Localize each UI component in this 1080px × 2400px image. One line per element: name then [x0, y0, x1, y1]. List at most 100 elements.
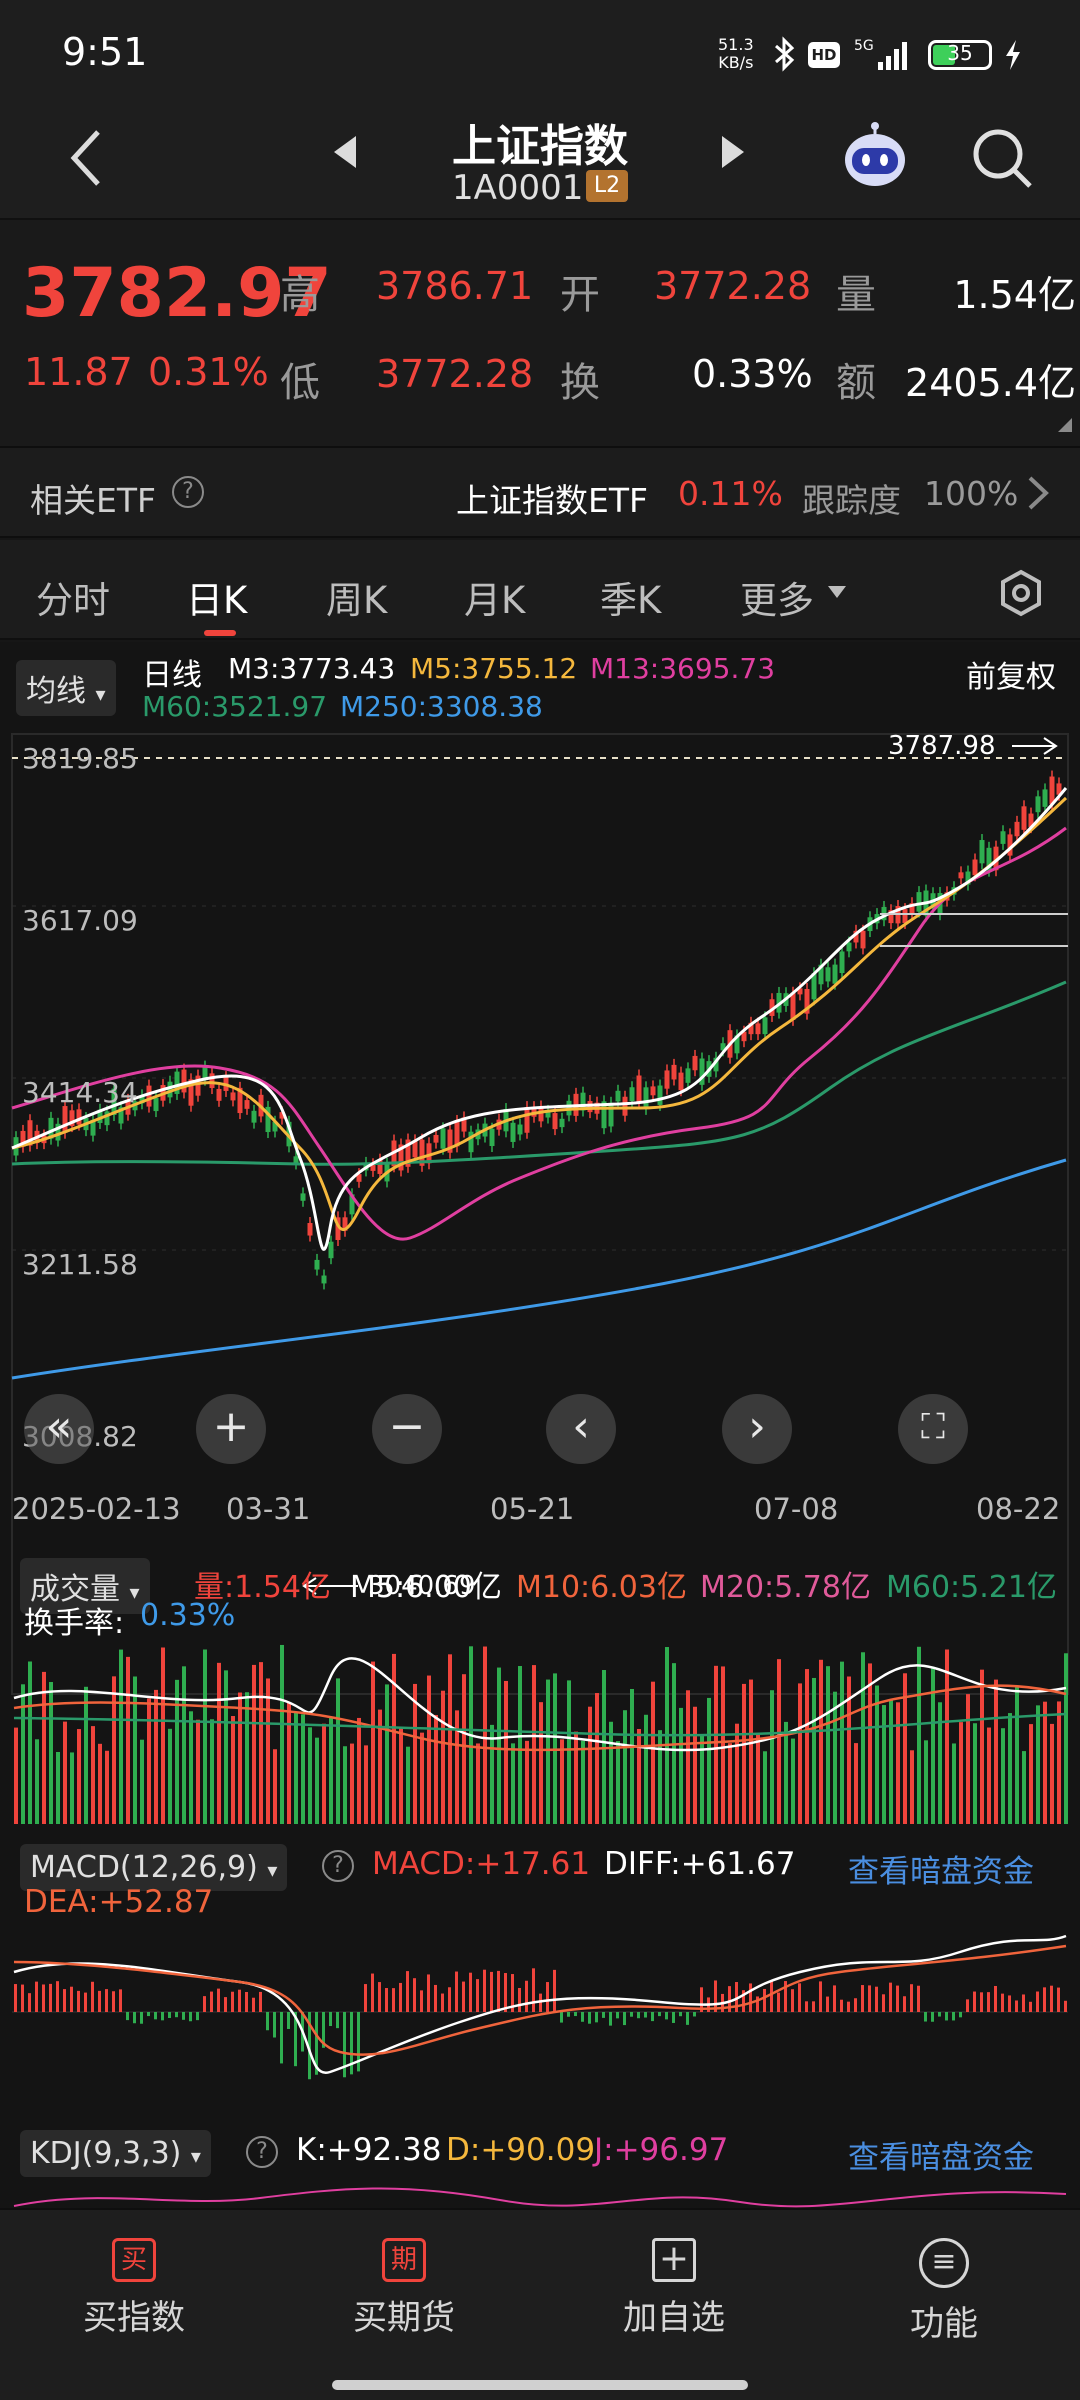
prev-stock-icon[interactable]	[330, 132, 360, 172]
volume-bar	[182, 1666, 186, 1824]
turnover-label: 换	[560, 360, 600, 406]
macd-bar	[896, 1985, 899, 2012]
robot-assistant-icon[interactable]	[838, 120, 912, 194]
macd-bar	[63, 1989, 66, 2012]
volume-bar	[140, 1739, 144, 1824]
tab-weekly-k[interactable]: 周K	[326, 570, 387, 624]
tab-monthly-k[interactable]: 月K	[464, 570, 525, 624]
next-stock-icon[interactable]	[718, 132, 748, 172]
macd-bar	[1022, 1994, 1025, 2012]
tab-quarterly-k[interactable]: 季K	[600, 570, 661, 624]
volume-bar	[455, 1710, 459, 1824]
macd-bar	[70, 1986, 73, 2012]
volume-bar	[588, 1706, 592, 1824]
volume-bar	[1015, 1685, 1019, 1824]
volume-value: 1.54亿	[953, 273, 1076, 317]
volume-bar	[826, 1666, 830, 1824]
zoom-in-icon[interactable]: +	[196, 1394, 266, 1464]
macd-bar	[231, 1991, 234, 2012]
macd-bar	[658, 2012, 661, 2017]
quote-panel: 3782.97 11.87 0.31% 高 3786.71 低 3772.28 …	[0, 218, 1080, 446]
tab-more[interactable]: 更多	[740, 570, 814, 624]
volume-bar	[511, 1743, 515, 1824]
tab-daily-k[interactable]: 日K	[186, 570, 247, 624]
macd-bar	[770, 1980, 773, 2012]
chevron-right-icon	[1028, 476, 1049, 510]
kdj-help-icon[interactable]: ?	[246, 2136, 278, 2168]
related-etf-row[interactable]: 相关ETF ? 上证指数ETF 0.11% 跟踪度 100%	[0, 446, 1080, 538]
turnover-value: 0.33%	[692, 352, 813, 396]
tab-intraday[interactable]: 分时	[36, 570, 110, 624]
macd-bar	[616, 2012, 619, 2019]
macd-bar	[378, 1982, 381, 2012]
etf-name: 上证指数ETF	[456, 481, 648, 520]
volume-bar	[532, 1665, 536, 1824]
buy-index-button[interactable]: 买 买指数	[54, 2238, 214, 2339]
macd-chart[interactable]	[0, 1932, 1080, 2112]
macd-bar	[693, 2012, 696, 2017]
clock: 9:51	[62, 30, 148, 74]
functions-button[interactable]: ≡ 功能	[864, 2238, 1024, 2345]
volume-bar	[966, 1694, 970, 1824]
volume-bar	[735, 1723, 739, 1824]
help-icon[interactable]: ?	[172, 476, 204, 508]
volume-bar	[679, 1707, 683, 1824]
macd-bar	[595, 2012, 598, 2023]
macd-bar	[959, 2012, 962, 2018]
scroll-left-icon[interactable]: ‹	[546, 1394, 616, 1464]
volume-chart[interactable]	[0, 1638, 1080, 1828]
macd-bar	[966, 1999, 969, 2012]
volume-bar	[322, 1723, 326, 1824]
volume-bar	[294, 1712, 298, 1824]
price-change-pct: 0.31%	[148, 350, 269, 394]
macd-bar	[889, 1982, 892, 2012]
macd-bar	[819, 1981, 822, 2012]
macd-bar	[413, 1978, 416, 2012]
diff-value: DIFF:+61.67	[604, 1846, 796, 1882]
volume-bar	[112, 1676, 116, 1824]
rewind-icon[interactable]: «	[24, 1394, 94, 1464]
zoom-out-icon[interactable]: −	[372, 1394, 442, 1464]
back-icon[interactable]	[66, 126, 106, 190]
price-tick-3: 3414.34	[22, 1076, 138, 1109]
macd-bar	[287, 2012, 290, 2029]
volume-bar	[399, 1726, 403, 1824]
macd-bar	[49, 1983, 52, 2012]
volume-bar	[651, 1681, 655, 1824]
buy-futures-button[interactable]: 期 买期货	[324, 2238, 484, 2339]
settings-icon[interactable]	[996, 568, 1046, 618]
macd-bar	[385, 1988, 388, 2012]
date-label-1: 2025-02-13	[12, 1492, 181, 1526]
expand-corner-icon[interactable]	[1056, 416, 1074, 434]
volume-bar	[896, 1702, 900, 1824]
macd-hidden-funds-link[interactable]: 查看暗盘资金	[848, 1846, 1034, 1891]
tracking-value: 100%	[924, 474, 1019, 513]
search-icon[interactable]	[970, 126, 1036, 192]
macd-bar	[560, 2012, 563, 2023]
kdj-chart[interactable]	[0, 2178, 1080, 2208]
add-watchlist-button[interactable]: + 加自选	[594, 2238, 754, 2339]
volume-bar	[329, 1716, 333, 1824]
related-etf-label: 相关ETF	[30, 481, 156, 520]
fullscreen-icon[interactable]: ⛶	[898, 1394, 968, 1464]
kdj-dropdown[interactable]: KDJ(9,3,3) ▾	[20, 2130, 211, 2177]
macd-bar	[406, 1971, 409, 2012]
macd-bar	[567, 2012, 570, 2017]
ma-dropdown[interactable]: 均线 ▾	[16, 660, 116, 716]
volume-bar	[476, 1743, 480, 1824]
macd-help-icon[interactable]: ?	[322, 1850, 354, 1882]
adjust-label[interactable]: 前复权	[966, 652, 1056, 696]
chart-area: 均线 ▾ 日线 M3:3773.43 M5:3755.12 M13:3695.7…	[0, 642, 1080, 2208]
kdj-hidden-funds-link[interactable]: 查看暗盘资金	[848, 2132, 1034, 2177]
low-label: 低	[280, 360, 320, 406]
high-marker-label: 3787.98	[888, 731, 996, 761]
macd-bar	[581, 2012, 584, 2022]
volume-bar	[805, 1669, 809, 1824]
open-value: 3772.28	[654, 264, 812, 308]
macd-bar	[644, 2012, 647, 2018]
macd-bar	[476, 1979, 479, 2012]
volume-bar	[1022, 1751, 1026, 1824]
scroll-right-icon[interactable]: ›	[722, 1394, 792, 1464]
volume-bar	[770, 1690, 774, 1824]
macd-bar	[546, 1982, 549, 2012]
